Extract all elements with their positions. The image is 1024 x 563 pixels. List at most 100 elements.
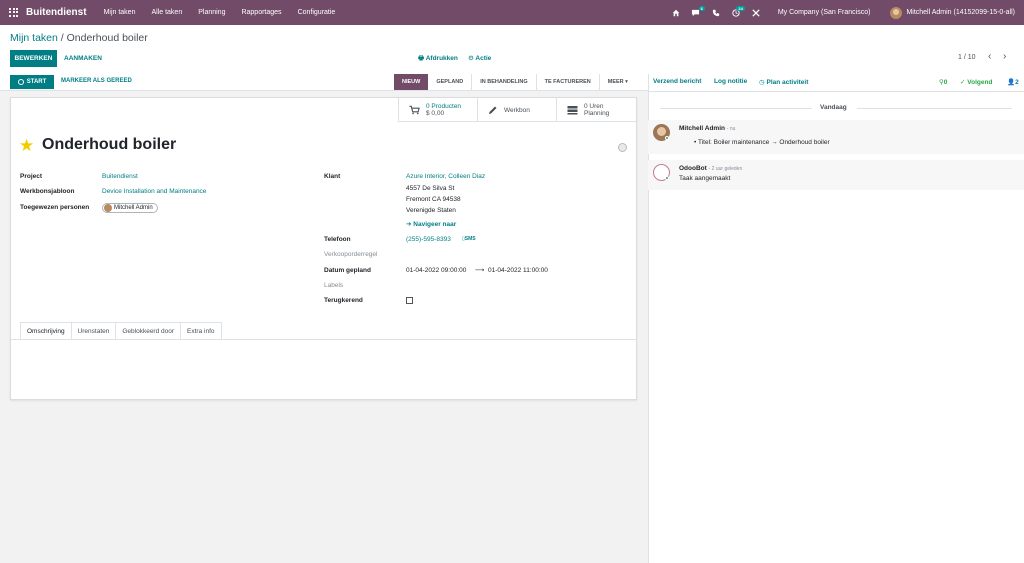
menu-planning[interactable]: Planning — [190, 9, 233, 16]
assignee-avatar — [104, 204, 112, 212]
user-avatar — [890, 6, 903, 19]
menu-reporting[interactable]: Rapportages — [233, 9, 289, 16]
home-icon[interactable] — [666, 0, 686, 25]
cart-icon — [409, 105, 420, 115]
notebook-tabs: Omschrijving Urenstaten Geblokkeerd door… — [20, 322, 222, 339]
messages-icon[interactable]: 6 — [686, 0, 706, 25]
tab-timesheets[interactable]: Urenstaten — [70, 322, 117, 339]
company-switcher[interactable]: My Company (San Francisco) — [778, 9, 871, 16]
activity-clock-icon[interactable]: 24 — [726, 0, 746, 25]
customer-label: Klant — [324, 173, 341, 180]
worksheet-label: Werkbon — [504, 106, 530, 114]
sale-line-label: Verkooporderregel — [324, 251, 378, 258]
stage-new[interactable]: NIEUW — [394, 74, 429, 90]
assignee-tag[interactable]: Mitchell Admin — [102, 203, 158, 213]
sms-button[interactable]: ▯SMS — [462, 236, 476, 242]
task-title[interactable]: Onderhoud boiler — [42, 136, 176, 154]
chevron-right-icon[interactable]: › — [1003, 51, 1006, 62]
chevron-left-icon[interactable]: ‹ — [988, 51, 991, 62]
followers-button[interactable]: 👤2 — [1007, 78, 1019, 86]
menu-configuration[interactable]: Configuratie — [290, 9, 344, 16]
kanban-state-indicator[interactable] — [618, 143, 627, 152]
phone-value[interactable]: (255)-595-8393 — [406, 236, 451, 243]
online-status-icon — [665, 176, 669, 180]
products-count: 0 Producten — [426, 103, 462, 110]
print-icon: 🖶 — [418, 55, 425, 62]
date-separator: Vandaag — [820, 104, 847, 111]
breadcrumb-parent[interactable]: Mijn taken — [10, 32, 58, 44]
follow-button[interactable]: ✓ Volgend — [960, 78, 992, 86]
tab-description[interactable]: Omschrijving — [20, 322, 72, 339]
planned-date-label: Datum gepland — [324, 267, 371, 274]
address-city: Fremont CA 94538 — [406, 196, 461, 203]
stage-planned[interactable]: GEPLAND — [428, 74, 473, 90]
address-country: Verenigde Staten — [406, 207, 456, 214]
activities-badge: 24 — [736, 5, 745, 11]
print-menu[interactable]: 🖶 Afdrukken — [418, 54, 458, 65]
log-note-button[interactable]: Log notitie — [714, 78, 747, 85]
caret-down-icon: ▾ — [625, 79, 628, 85]
create-button[interactable]: AANMAKEN — [64, 50, 102, 67]
assignees-label: Toegewezen personen — [20, 204, 90, 211]
star-icon[interactable]: ★ — [19, 137, 34, 154]
start-button[interactable]: START — [10, 75, 54, 89]
navigate-link[interactable]: ➔ Navigeer naar — [406, 220, 456, 228]
menu-my-tasks[interactable]: Mijn taken — [96, 9, 144, 16]
tools-icon[interactable] — [746, 0, 766, 25]
breadcrumb: Mijn taken / Onderhoud boiler — [10, 32, 148, 44]
clock-icon: ◷ — [759, 79, 765, 86]
date-separator-line — [660, 108, 812, 109]
plan-activity-button[interactable]: ◷ Plan activiteit — [759, 78, 808, 86]
message-date: - nu — [726, 126, 736, 132]
app-grid-icon[interactable] — [9, 7, 19, 18]
chatter-divider — [648, 91, 1024, 92]
products-button[interactable]: 0 Producten $ 0,00 — [398, 98, 477, 122]
gear-icon: ⚙ — [468, 55, 474, 62]
attachments-button[interactable]: ⚲0 — [939, 78, 947, 86]
hours-button[interactable]: 0 Uren Planning — [556, 98, 635, 122]
stage-to-invoice[interactable]: TE FACTUREREN — [537, 74, 600, 90]
stage-more[interactable]: MEER ▾ — [600, 74, 636, 90]
app-brand[interactable]: Buitendienst — [26, 7, 87, 18]
tab-blocked-by[interactable]: Geblokkeerd door — [115, 322, 182, 339]
labels-label: Labels — [324, 282, 344, 289]
assignee-name: Mitchell Admin — [114, 205, 153, 211]
stage-pipeline: NIEUW GEPLAND IN BEHANDELING TE FACTURER… — [394, 74, 636, 90]
navbar-systray: 6 24 My Company (San Francisco) Mitchell… — [666, 0, 1024, 25]
user-icon: 👤 — [1007, 79, 1016, 86]
recurring-checkbox[interactable] — [406, 297, 413, 304]
messages-badge: 6 — [698, 5, 705, 11]
play-circle-icon — [17, 79, 24, 85]
project-label: Project — [20, 173, 43, 180]
message-body: Taak aangemaakt — [679, 175, 731, 182]
arrow-right-icon: ➔ — [406, 221, 412, 228]
stage-in-progress[interactable]: IN BEHANDELING — [472, 74, 537, 90]
pager-value[interactable]: 1 / 10 — [958, 54, 976, 61]
planned-start[interactable]: 01-04-2022 09:00:00 — [406, 267, 466, 274]
server-icon — [567, 106, 578, 115]
menu-all-tasks[interactable]: Alle taken — [143, 9, 190, 16]
planned-end[interactable]: 01-04-2022 11:00:00 — [488, 267, 548, 274]
breadcrumb-separator: / — [60, 32, 64, 44]
project-value[interactable]: Buitendienst — [102, 173, 138, 180]
phone-icon[interactable] — [706, 0, 726, 25]
user-menu[interactable]: Mitchell Admin (14152099-15-0-all) — [890, 6, 1015, 19]
message-date: - 2 uur geleden — [708, 166, 743, 172]
action-menu[interactable]: ⚙ Actie — [468, 54, 491, 62]
customer-value[interactable]: Azure Interior, Colleen Diaz — [406, 173, 485, 180]
template-value[interactable]: Device Installation and Maintenance — [102, 188, 206, 195]
message-author[interactable]: Mitchell Admin - nu — [679, 125, 735, 132]
message-author[interactable]: OdooBot - 2 uur geleden — [679, 165, 742, 172]
tabs-divider — [10, 339, 637, 340]
edit-button[interactable]: BEWERKEN — [10, 50, 57, 67]
bullet-icon: • — [694, 139, 697, 146]
recurring-label: Terugkerend — [324, 297, 363, 304]
send-message-button[interactable]: Verzend bericht — [653, 78, 701, 85]
mark-done-button[interactable]: MARKEER ALS GEREED — [61, 78, 132, 84]
worksheet-button[interactable]: Werkbon — [477, 98, 556, 122]
tab-extra-info[interactable]: Extra info — [180, 322, 222, 339]
action-label: Actie — [475, 55, 492, 62]
template-label: Werkbonsjabloon — [20, 188, 75, 195]
breadcrumb-current: Onderhoud boiler — [66, 32, 148, 44]
products-amount: $ 0,00 — [426, 110, 445, 117]
